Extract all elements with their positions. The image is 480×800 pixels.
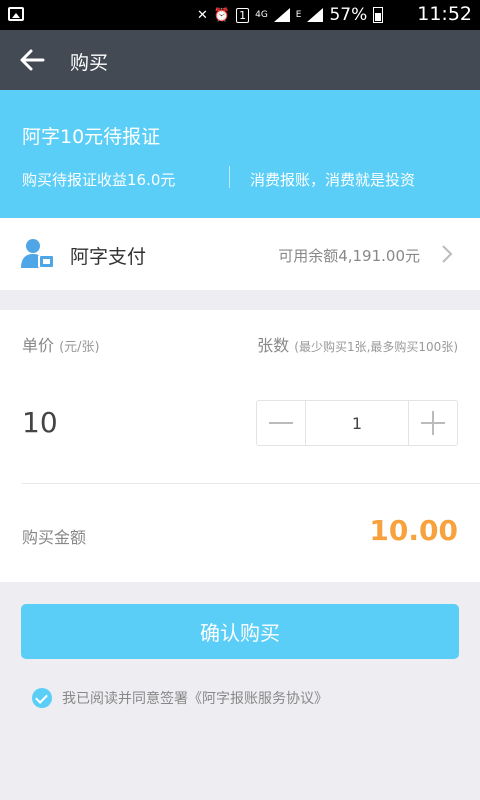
payment-method-label: 阿字支付	[70, 246, 147, 268]
network-type: 4G	[255, 10, 268, 20]
increment-button[interactable]	[409, 401, 457, 445]
quantity-rule: (最少购买1张,最多购买100张)	[294, 340, 458, 354]
quantity-stepper: 1	[256, 400, 458, 446]
balance-text: 可用余额4,191.00元	[278, 247, 420, 265]
signal-icon-2	[307, 8, 324, 22]
price-label-text: 单价	[22, 336, 55, 355]
agreement-row[interactable]: 我已阅读并同意签署《阿字报账服务协议》	[32, 688, 328, 708]
divider	[22, 483, 480, 484]
user-wallet-icon	[21, 239, 55, 269]
order-card: 单价 (元/张) 张数 (最少购买1张,最多购买100张) 10 1 购买金额 …	[0, 310, 480, 582]
battery-icon	[373, 7, 384, 23]
decrement-button[interactable]	[257, 401, 305, 445]
status-bar: ✕ ⏰ 1 4G E 57% 11:52	[0, 0, 480, 30]
mute-icon: ✕	[197, 7, 208, 23]
page-title: 购买	[70, 52, 109, 74]
sim-indicator: 1	[236, 7, 250, 23]
divider	[229, 166, 230, 188]
quantity-label-text: 张数	[257, 336, 290, 355]
checkbox-checked-icon[interactable]	[32, 688, 52, 708]
slogan-text: 消费报账，消费就是投资	[250, 171, 416, 189]
nav-bar: 购买	[0, 30, 480, 90]
back-arrow-icon[interactable]	[18, 46, 46, 74]
clock: 11:52	[417, 3, 472, 25]
gallery-notification-icon	[8, 7, 24, 21]
battery-percent: 57%	[329, 5, 368, 25]
product-title: 阿字10元待报证	[22, 126, 161, 148]
data-type: E	[295, 10, 302, 20]
chevron-right-icon	[442, 245, 453, 263]
agreement-text[interactable]: 我已阅读并同意签署《阿字报账服务协议》	[62, 688, 328, 708]
product-banner: 阿字10元待报证 购买待报证收益16.0元 消费报账，消费就是投资	[0, 90, 480, 218]
price-unit: (元/张)	[59, 340, 100, 355]
quantity-label: 张数 (最少购买1张,最多购买100张)	[257, 332, 458, 356]
signal-icon	[273, 8, 290, 22]
alarm-icon: ⏰	[213, 7, 231, 23]
earnings-text: 购买待报证收益16.0元	[22, 171, 176, 189]
amount-value: 10.00	[369, 514, 458, 547]
price-label: 单价 (元/张)	[22, 332, 100, 356]
quantity-input[interactable]: 1	[305, 401, 409, 445]
amount-label: 购买金额	[22, 528, 87, 547]
payment-method-row[interactable]: 阿字支付 可用余额4,191.00元	[0, 218, 480, 290]
confirm-purchase-button[interactable]: 确认购买	[21, 604, 459, 659]
price-value: 10	[22, 406, 58, 439]
